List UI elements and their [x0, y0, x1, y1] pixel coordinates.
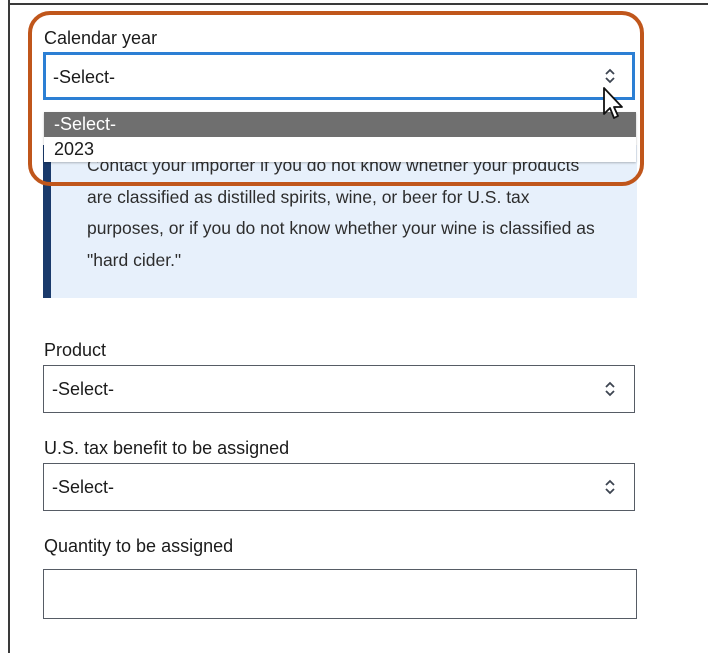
product-select[interactable]: -Select-: [43, 365, 635, 413]
info-alert: Contact your importer if you do not know…: [43, 145, 637, 298]
calendar-year-value: -Select-: [53, 67, 116, 87]
mouse-cursor-icon: [603, 87, 623, 119]
tax-benefit-select[interactable]: -Select-: [43, 463, 635, 511]
info-alert-text: Contact your importer if you do not know…: [87, 155, 595, 270]
product-label: Product: [44, 340, 107, 360]
tax-benefit-label: U.S. tax benefit to be assigned: [44, 438, 290, 458]
select-arrows-icon: [605, 68, 615, 84]
select-arrows-icon: [605, 381, 615, 397]
select-arrows-icon: [605, 479, 615, 495]
tax-benefit-value: -Select-: [52, 477, 115, 497]
calendar-year-label: Calendar year: [44, 28, 158, 48]
window-border-left: [8, 0, 10, 653]
calendar-year-select[interactable]: -Select-: [43, 52, 635, 100]
window-border-top: [8, 3, 708, 5]
dropdown-option-select[interactable]: -Select-: [44, 112, 636, 137]
dropdown-option-2023[interactable]: 2023: [44, 137, 636, 162]
quantity-input[interactable]: [43, 569, 637, 619]
quantity-label: Quantity to be assigned: [44, 536, 234, 556]
product-value: -Select-: [52, 379, 115, 399]
calendar-year-dropdown: -Select- 2023: [44, 112, 636, 162]
